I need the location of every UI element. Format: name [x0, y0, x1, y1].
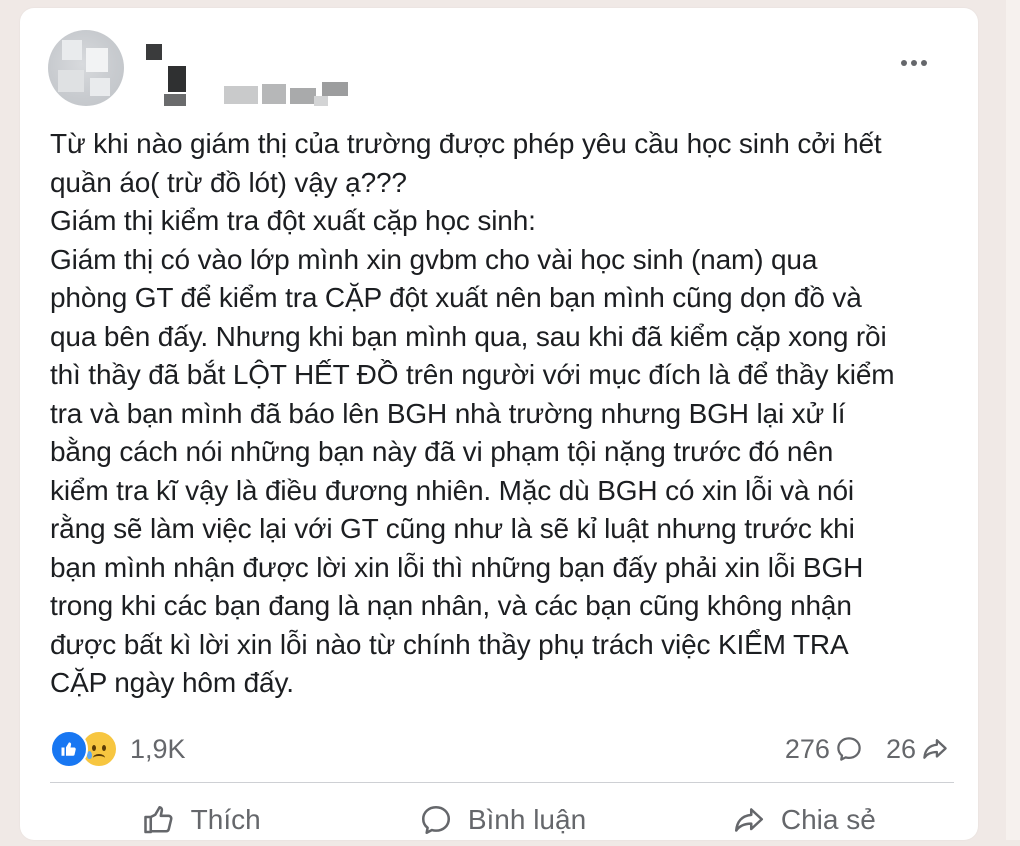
post-text-line: tra và bạn mình đã báo lên BGH nhà trườn…: [50, 397, 846, 429]
post-text: Từ khi nào giám thị của trường được phép…: [50, 125, 950, 703]
comment-count-icon: [837, 737, 861, 761]
author-name-blurred[interactable]: [138, 38, 378, 108]
post-text-line: bạn mình nhận được lời xin lỗi thì những…: [50, 551, 864, 583]
shares-count: 26: [885, 733, 916, 764]
reactions-summary[interactable]: 1,9K: [50, 726, 186, 772]
comment-icon: [421, 805, 450, 835]
post-text-line: thì thầy đã bắt LỘT HẾT ĐỒ trên người vớ…: [50, 359, 895, 390]
share-button[interactable]: Chia sẻ: [653, 794, 954, 846]
like-label: Thích: [190, 804, 261, 835]
avatar[interactable]: [48, 30, 124, 106]
action-divider: [50, 782, 954, 783]
comment-button[interactable]: Bình luận: [351, 794, 652, 846]
thumbs-up-icon: [143, 805, 173, 834]
share-count-icon: [923, 739, 947, 759]
post-text-line: qua bên đấy. Nhưng khi bạn mình qua, sau…: [50, 320, 887, 352]
post-stats: 1,9K 276 26: [50, 726, 950, 772]
post-text-line: được bất kì lời xin lỗi nào từ chính thầ…: [50, 628, 849, 660]
post-text-line: bằng cách nói những bạn này đã vi phạm t…: [50, 436, 834, 467]
post-text-line: kiểm tra kĩ vậy là điều đương nhiên. Mặc…: [50, 474, 854, 506]
post-text-line: CẶP ngày hôm đấy.: [50, 667, 294, 698]
post-text-line: trong khi các bạn đang là nạn nhân, và c…: [50, 590, 852, 621]
share-label: Chia sẻ: [780, 804, 876, 835]
page-background-strip: [1006, 0, 1020, 840]
post-card: Từ khi nào giám thị của trường được phép…: [20, 8, 978, 840]
post-text-line: quần áo( trừ đồ lót) vậy ạ???: [50, 166, 407, 198]
post-text-line: Giám thị có vào lớp mình xin gvbm cho và…: [50, 243, 818, 275]
post-text-line: Giám thị kiểm tra đột xuất cặp học sinh:: [50, 205, 536, 236]
post-actions: Thích Bình luận Chia sẻ: [50, 794, 954, 846]
more-options-button[interactable]: [896, 54, 932, 72]
post-text-line: Từ khi nào giám thị của trường được phép…: [50, 128, 882, 159]
reactions-count: 1,9K: [130, 733, 186, 764]
comment-label: Bình luận: [467, 804, 587, 835]
shares-count-link[interactable]: 26: [886, 734, 950, 765]
comments-count-link[interactable]: 276: [785, 734, 864, 765]
comments-count: 276: [784, 733, 830, 764]
more-horizontal-icon: [901, 60, 927, 66]
post-text-line: phòng GT để kiểm tra CẶP đột xuất nên bạ…: [50, 282, 862, 313]
like-button[interactable]: Thích: [50, 794, 351, 846]
share-icon: [734, 808, 763, 832]
post-text-line: rằng sẽ làm việc lại với GT cũng như là …: [50, 513, 855, 544]
like-reaction-icon: [50, 730, 88, 768]
